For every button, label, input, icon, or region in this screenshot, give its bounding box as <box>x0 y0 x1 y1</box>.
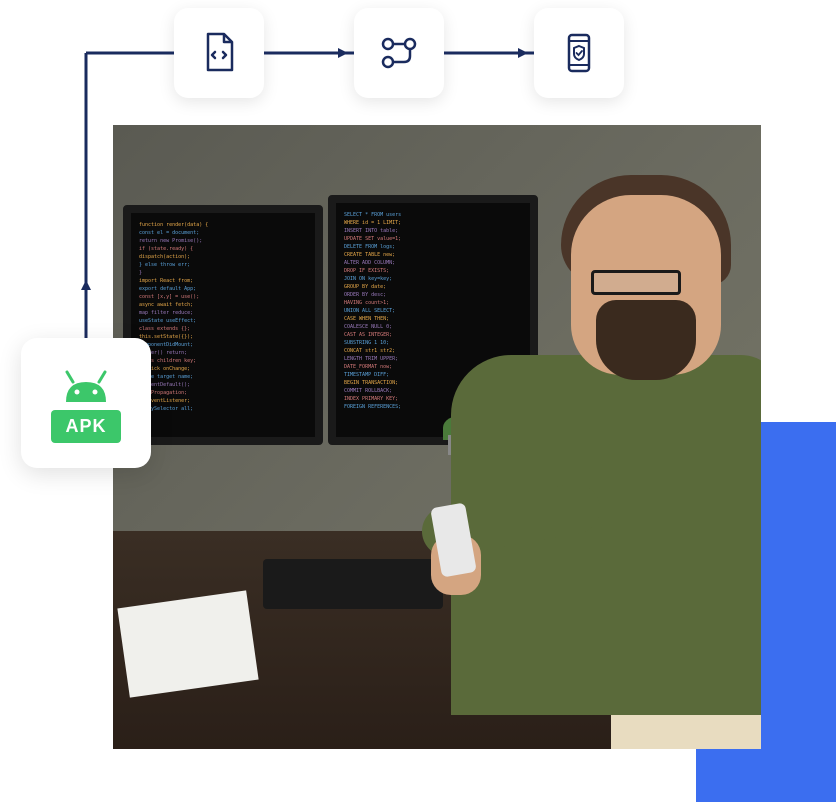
flow-card-mobile-shield <box>534 8 624 98</box>
code-file-icon <box>196 30 242 76</box>
pipeline-icon <box>376 30 422 76</box>
apk-label: APK <box>51 410 120 443</box>
apk-card: APK <box>21 338 151 468</box>
android-apk-icon <box>56 364 116 404</box>
flow-card-code <box>174 8 264 98</box>
flow-card-pipeline <box>354 8 444 98</box>
developer-photo: function render(data) { const el = docum… <box>113 125 761 749</box>
mobile-shield-icon <box>556 30 602 76</box>
